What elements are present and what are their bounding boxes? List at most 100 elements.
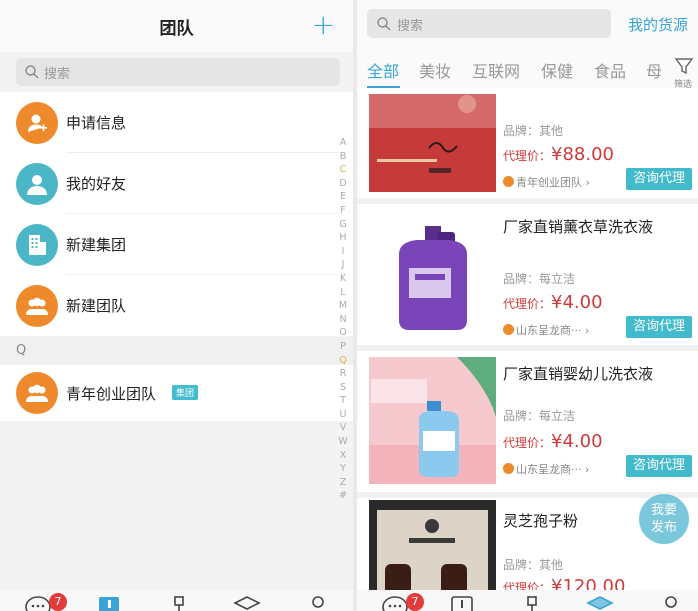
team-screen: 团队 + 搜索 申请信息 我的好友 新建集团 新建团队 Q 青年创业团队 集团 … — [0, 0, 353, 611]
product-store[interactable]: 青年创业团队 › — [503, 174, 590, 190]
section-header: Q — [0, 337, 353, 365]
alpha-letter[interactable]: V — [337, 421, 349, 435]
search-icon — [25, 65, 39, 79]
consult-agent-button[interactable]: 咨询代理 — [626, 168, 692, 190]
contact-label: 我的好友 — [66, 175, 127, 193]
contact-list: 申请信息 我的好友 新建集团 新建团队 — [0, 92, 353, 336]
contact-my-friends[interactable]: 我的好友 — [0, 153, 353, 214]
box-icon[interactable] — [232, 594, 262, 611]
contact-label: 新建团队 — [66, 297, 127, 315]
alpha-letter[interactable]: T — [337, 394, 349, 408]
alpha-letter[interactable]: Q — [337, 354, 349, 368]
contact-label: 申请信息 — [66, 114, 127, 132]
product-brand: 品牌：其他 — [503, 124, 564, 138]
tab-internet[interactable]: 互联网 — [472, 58, 520, 82]
product-name: 灵芝孢子粉 — [503, 512, 579, 530]
discover-icon[interactable] — [523, 594, 541, 611]
alpha-letter[interactable]: X — [337, 449, 349, 463]
alpha-letter[interactable]: Z — [337, 476, 349, 490]
search-icon — [377, 17, 391, 31]
price-label: 代理价： — [503, 436, 552, 450]
message-badge: 7 — [406, 593, 424, 611]
product-store[interactable]: 山东呈龙商··· › — [503, 461, 589, 477]
alpha-letter[interactable]: E — [337, 190, 349, 204]
alphabet-index[interactable]: A B C D E F G H I J K L M N O P Q R S T … — [337, 136, 349, 503]
chat-icon[interactable] — [24, 594, 52, 611]
plus-icon[interactable]: + — [312, 8, 335, 41]
alpha-letter[interactable]: G — [337, 218, 349, 232]
price-value: ¥4.00 — [551, 292, 603, 313]
alpha-letter[interactable]: F — [337, 204, 349, 218]
alpha-letter[interactable]: H — [337, 231, 349, 245]
publish-button[interactable]: 我要 发布 — [639, 494, 689, 544]
filter-button[interactable]: 筛选 — [674, 56, 696, 90]
price-value: ¥88.00 — [551, 144, 614, 165]
search-placeholder: 搜索 — [44, 67, 71, 82]
product-card[interactable]: 厂家直销婴幼儿洗衣液 品牌：每立洁 代理价：¥4.00 山东呈龙商··· › 咨… — [357, 351, 698, 492]
resources-header: 搜索 我的货源 全部 美妆 互联网 保健 食品 母 筛选 — [357, 0, 698, 94]
product-store[interactable]: 山东呈龙商··· › — [503, 322, 589, 338]
contact-new-group-corp[interactable]: 新建集团 — [0, 214, 353, 275]
product-image — [369, 94, 496, 192]
product-brand: 品牌：每立洁 — [503, 272, 576, 286]
contact-label: 新建集团 — [66, 236, 127, 254]
price-value: ¥4.00 — [551, 431, 603, 452]
alpha-letter[interactable]: U — [337, 408, 349, 422]
alpha-letter[interactable]: P — [337, 340, 349, 354]
chat-icon[interactable] — [381, 594, 409, 611]
product-price: 代理价：¥88.00 — [503, 144, 614, 165]
product-card[interactable]: 厂家直销薰衣草洗衣液 品牌：每立洁 代理价：¥4.00 山东呈龙商··· › 咨… — [357, 204, 698, 345]
alpha-letter[interactable]: C — [337, 163, 349, 177]
group-label: 青年创业团队 — [66, 385, 157, 403]
tab-all[interactable]: 全部 — [367, 58, 399, 82]
search-input[interactable]: 搜索 — [367, 9, 611, 38]
store-icon — [503, 176, 514, 187]
contact-apply-info[interactable]: 申请信息 — [0, 92, 353, 153]
alpha-letter[interactable]: A — [337, 136, 349, 150]
product-brand: 品牌：每立洁 — [503, 409, 576, 423]
product-price: 代理价：¥4.00 — [503, 292, 603, 313]
group-youth-startup[interactable]: 青年创业团队 集团 — [0, 365, 353, 421]
tab-mother[interactable]: 母 — [646, 58, 662, 82]
alpha-letter[interactable]: K — [337, 272, 349, 286]
search-input[interactable]: 搜索 — [16, 58, 340, 86]
store-name: 青年创业团队 — [516, 176, 582, 189]
profile-icon[interactable] — [308, 594, 328, 611]
alpha-letter[interactable]: N — [337, 313, 349, 327]
box-icon[interactable] — [585, 594, 615, 611]
discover-icon[interactable] — [170, 594, 188, 611]
section-letter: Q — [16, 343, 27, 358]
alpha-letter[interactable]: S — [337, 381, 349, 395]
my-resources-link[interactable]: 我的货源 — [628, 14, 688, 35]
product-image — [369, 357, 496, 484]
alpha-letter[interactable]: W — [337, 435, 349, 449]
tab-health[interactable]: 保健 — [541, 58, 573, 82]
alpha-letter[interactable]: M — [337, 299, 349, 313]
product-image — [369, 212, 496, 339]
group-badge: 集团 — [172, 385, 199, 400]
consult-agent-button[interactable]: 咨询代理 — [626, 316, 692, 338]
consult-agent-button[interactable]: 咨询代理 — [626, 455, 692, 477]
users-icon — [16, 372, 58, 414]
search-placeholder: 搜索 — [397, 19, 424, 34]
alpha-letter[interactable]: L — [337, 286, 349, 300]
alpha-letter[interactable]: B — [337, 150, 349, 164]
contacts-tab-icon[interactable] — [96, 594, 122, 611]
alpha-letter[interactable]: I — [337, 245, 349, 259]
resources-screen: 搜索 我的货源 全部 美妆 互联网 保健 食品 母 筛选 品牌：其他 代理价：¥… — [357, 0, 698, 611]
alpha-letter[interactable]: Y — [337, 462, 349, 476]
product-brand: 品牌：其他 — [503, 558, 564, 572]
alpha-letter[interactable]: D — [337, 177, 349, 191]
alpha-letter[interactable]: # — [337, 489, 349, 503]
alpha-letter[interactable]: R — [337, 367, 349, 381]
contact-new-team[interactable]: 新建团队 — [0, 275, 353, 336]
price-label: 代理价： — [503, 149, 552, 163]
profile-icon[interactable] — [661, 594, 681, 611]
alpha-letter[interactable]: J — [337, 258, 349, 272]
alpha-letter[interactable]: O — [337, 326, 349, 340]
store-name: 山东呈龙商··· — [516, 463, 582, 476]
tab-beauty[interactable]: 美妆 — [419, 58, 451, 82]
tab-food[interactable]: 食品 — [594, 58, 626, 82]
product-card[interactable]: 品牌：其他 代理价：¥88.00 青年创业团队 › 咨询代理 — [357, 88, 698, 198]
contacts-tab-icon[interactable] — [449, 594, 475, 611]
